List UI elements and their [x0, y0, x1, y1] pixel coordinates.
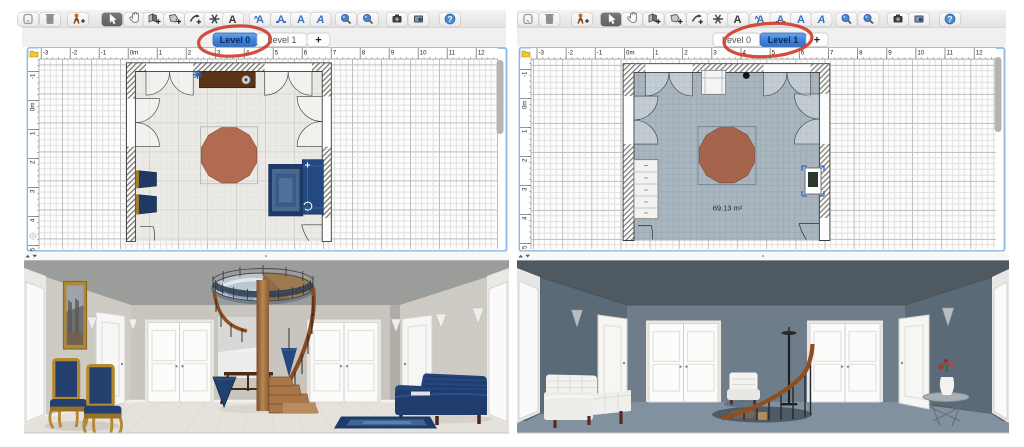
svg-text:3: 3 — [713, 50, 717, 57]
svg-text:?: ? — [447, 14, 452, 24]
svg-text:11: 11 — [449, 50, 456, 57]
svg-text:10: 10 — [917, 50, 924, 57]
svg-text:7: 7 — [333, 50, 337, 57]
svg-text:+: + — [315, 35, 321, 47]
svg-text:4: 4 — [522, 216, 529, 220]
svg-text:0m: 0m — [130, 50, 139, 57]
svg-text:A: A — [256, 14, 264, 26]
svg-text:2: 2 — [522, 158, 529, 162]
svg-text:0m: 0m — [522, 101, 529, 110]
svg-text:69.13 m²: 69.13 m² — [713, 204, 743, 213]
svg-text:1: 1 — [159, 50, 163, 57]
svg-text:?: ? — [947, 14, 952, 24]
svg-text:0m: 0m — [30, 103, 37, 112]
svg-text:-1: -1 — [30, 73, 37, 79]
svg-text:2: 2 — [30, 160, 37, 164]
svg-text:11: 11 — [947, 50, 954, 57]
svg-text:A: A — [316, 14, 325, 26]
svg-text:1: 1 — [655, 50, 659, 57]
svg-text:3: 3 — [522, 187, 529, 191]
svg-text:A: A — [277, 14, 285, 26]
svg-text:12: 12 — [478, 50, 485, 57]
svg-text:A: A — [229, 14, 237, 26]
svg-text:5: 5 — [522, 245, 529, 249]
svg-text:10: 10 — [420, 50, 427, 57]
svg-text:+: + — [814, 35, 820, 47]
svg-text:7: 7 — [830, 50, 834, 57]
svg-text:A: A — [734, 14, 742, 26]
svg-text:Level 0: Level 0 — [220, 35, 251, 45]
svg-text:3: 3 — [30, 189, 37, 193]
svg-text:1: 1 — [522, 129, 529, 133]
svg-text:8: 8 — [859, 50, 863, 57]
svg-text:2: 2 — [684, 50, 688, 57]
svg-text:-1: -1 — [597, 50, 603, 57]
svg-text:5: 5 — [275, 50, 279, 57]
svg-text:Level 1: Level 1 — [768, 35, 799, 45]
svg-text:9: 9 — [391, 50, 395, 57]
svg-text:-2: -2 — [568, 50, 574, 57]
svg-text:A: A — [797, 14, 805, 26]
svg-text:-3: -3 — [539, 50, 545, 57]
svg-text:5: 5 — [30, 247, 37, 251]
svg-text:9: 9 — [888, 50, 892, 57]
svg-text:12: 12 — [976, 50, 983, 57]
svg-text:1: 1 — [30, 131, 37, 135]
svg-text:2: 2 — [188, 50, 192, 57]
svg-text:A: A — [817, 14, 826, 26]
svg-text:-3: -3 — [43, 50, 49, 57]
svg-text:6: 6 — [304, 50, 308, 57]
svg-text:8: 8 — [362, 50, 366, 57]
svg-text:-2: -2 — [72, 50, 78, 57]
svg-text:A: A — [297, 14, 305, 26]
svg-text:0m: 0m — [626, 50, 635, 57]
svg-text:6: 6 — [801, 50, 805, 57]
svg-text:-1: -1 — [522, 71, 529, 77]
svg-text:4: 4 — [30, 218, 37, 222]
svg-text:-1: -1 — [101, 50, 107, 57]
